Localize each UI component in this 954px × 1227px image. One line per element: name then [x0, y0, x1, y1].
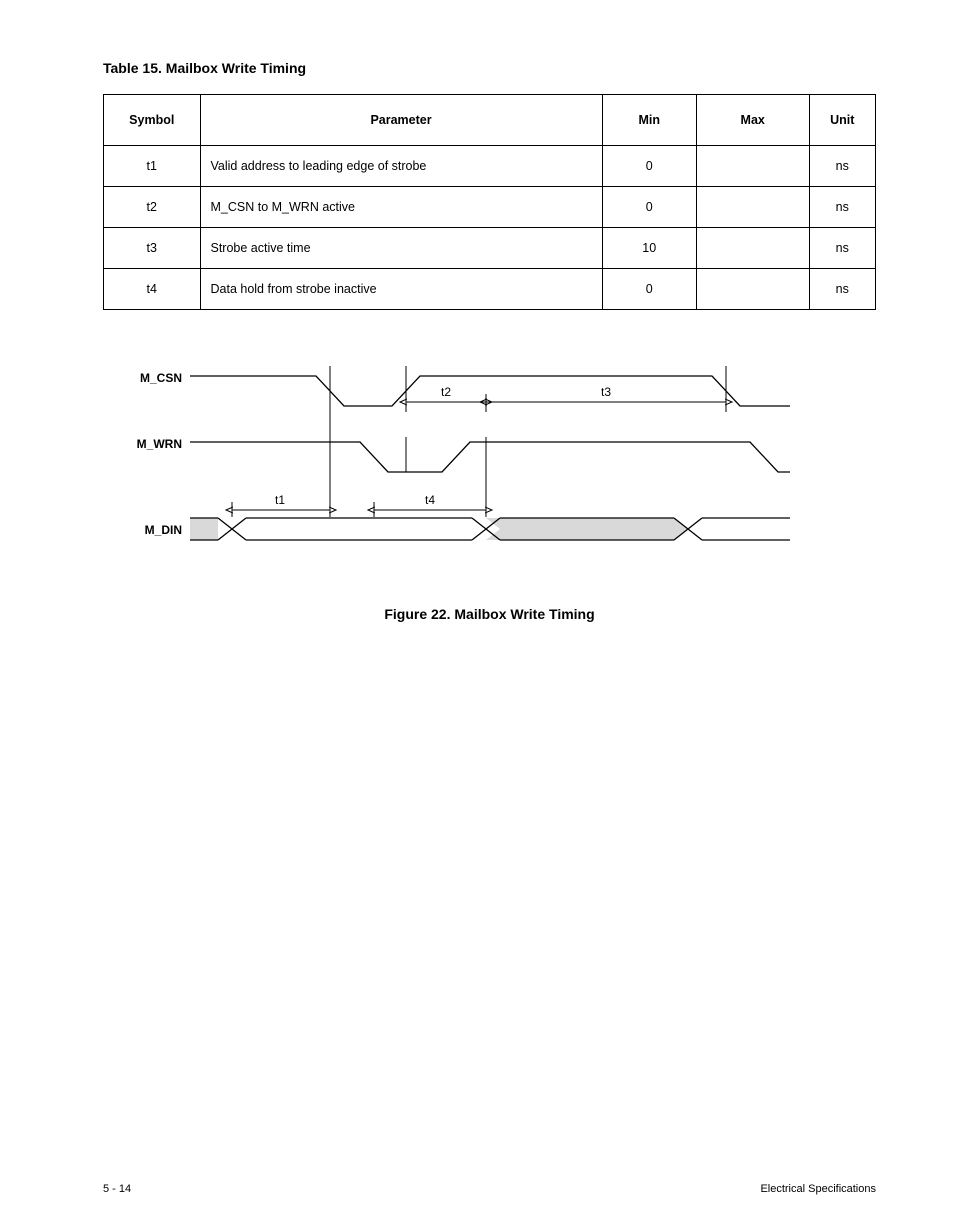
- table-header-row: Symbol Parameter Min Max Unit: [104, 95, 876, 146]
- cell-symbol: t3: [104, 228, 201, 269]
- cell-unit: ns: [809, 187, 876, 228]
- cell-parameter: Valid address to leading edge of strobe: [200, 146, 602, 187]
- wave-wrn: [190, 442, 790, 472]
- cell-parameter: Data hold from strobe inactive: [200, 269, 602, 310]
- label-din: M_DIN: [144, 523, 181, 537]
- wave-din: [190, 518, 790, 540]
- timing-diagram: M_CSN M_WRN M_DIN t1 t2 t3 t4 Figure 22.…: [103, 342, 876, 622]
- cell-parameter: M_CSN to M_WRN active: [200, 187, 602, 228]
- cell-parameter: Strobe active time: [200, 228, 602, 269]
- th-symbol: Symbol: [104, 95, 201, 146]
- cell-unit: ns: [809, 269, 876, 310]
- th-unit: Unit: [809, 95, 876, 146]
- label-t1: t1: [274, 493, 284, 507]
- cell-max: [696, 269, 809, 310]
- figure-caption: Figure 22. Mailbox Write Timing: [103, 606, 876, 622]
- timing-svg: M_CSN M_WRN M_DIN t1 t2 t3 t4: [130, 342, 850, 582]
- figure-caption-prefix: Figure 22.: [384, 606, 450, 622]
- th-parameter: Parameter: [200, 95, 602, 146]
- page-footer: 5 - 14 Electrical Specifications: [0, 1183, 954, 1195]
- cell-symbol: t2: [104, 187, 201, 228]
- table-row: t2 M_CSN to M_WRN active 0 ns: [104, 187, 876, 228]
- table-title-prefix: Table 15.: [103, 60, 162, 76]
- cell-min: 0: [602, 269, 696, 310]
- label-wrn: M_WRN: [136, 437, 181, 451]
- table-row: t4 Data hold from strobe inactive 0 ns: [104, 269, 876, 310]
- label-t3: t3: [600, 385, 610, 399]
- table-row: t3 Strobe active time 10 ns: [104, 228, 876, 269]
- footer-page-number: 5 - 14: [103, 1183, 131, 1195]
- cell-max: [696, 187, 809, 228]
- table-title-rest: Mailbox Write Timing: [166, 60, 306, 76]
- table-title: Table 15. Mailbox Write Timing: [103, 60, 876, 76]
- th-max: Max: [696, 95, 809, 146]
- timing-table: Symbol Parameter Min Max Unit t1 Valid a…: [103, 94, 876, 310]
- page: Table 15. Mailbox Write Timing Symbol Pa…: [0, 0, 954, 1227]
- footer-section-title: Electrical Specifications: [760, 1183, 876, 1195]
- table-row: t1 Valid address to leading edge of stro…: [104, 146, 876, 187]
- cell-max: [696, 228, 809, 269]
- cell-symbol: t1: [104, 146, 201, 187]
- cell-unit: ns: [809, 146, 876, 187]
- cell-min: 10: [602, 228, 696, 269]
- cell-min: 0: [602, 146, 696, 187]
- figure-caption-rest: Mailbox Write Timing: [454, 606, 594, 622]
- cell-unit: ns: [809, 228, 876, 269]
- th-min: Min: [602, 95, 696, 146]
- label-t4: t4: [424, 493, 434, 507]
- cell-min: 0: [602, 187, 696, 228]
- cell-max: [696, 146, 809, 187]
- label-csn: M_CSN: [139, 371, 181, 385]
- cell-symbol: t4: [104, 269, 201, 310]
- label-t2: t2: [440, 385, 450, 399]
